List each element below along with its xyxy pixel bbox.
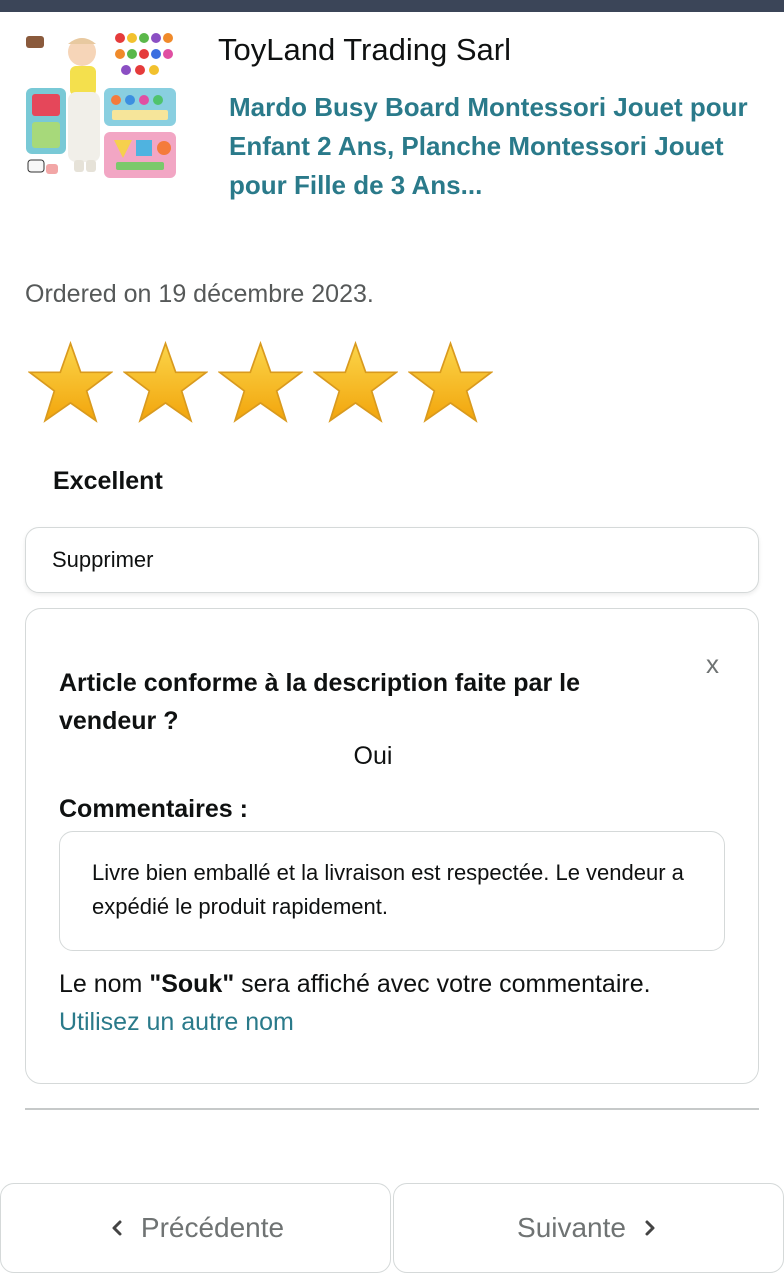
rating-label: Excellent	[53, 467, 163, 495]
next-label: Suivante	[517, 1212, 626, 1243]
next-button[interactable]: Suivante	[393, 1183, 784, 1273]
close-icon[interactable]: x	[706, 649, 719, 680]
use-other-name-link[interactable]: Utilisez un autre nom	[59, 1008, 294, 1036]
chevron-left-icon	[112, 1220, 122, 1236]
order-date: Ordered on 19 décembre 2023.	[25, 280, 374, 308]
comments-label: Commentaires :	[59, 795, 248, 823]
conformity-question: Article conforme à la description faite …	[59, 669, 580, 735]
previous-label: Précédente	[140, 1212, 285, 1243]
conformity-answer: Oui	[353, 742, 393, 770]
seller-feedback-card: x Article conforme à la description fait…	[25, 608, 759, 1084]
star-rating[interactable]	[28, 340, 493, 425]
display-name: "Souk"	[149, 970, 235, 998]
star-1-icon[interactable]	[28, 340, 113, 425]
chevron-right-icon	[645, 1220, 655, 1236]
comment-field[interactable]: Livre bien emballé et la livraison est r…	[59, 831, 725, 951]
star-2-icon[interactable]	[123, 340, 208, 425]
top-status-strip	[0, 0, 784, 12]
seller-name: ToyLand Trading Sarl	[218, 32, 511, 67]
star-3-icon[interactable]	[218, 340, 303, 425]
display-name-note: Le nom "Souk" sera affiché avec votre co…	[59, 965, 699, 1041]
name-note-suffix: sera affiché avec votre commentaire.	[234, 970, 651, 998]
product-image[interactable]	[24, 30, 180, 182]
name-note-prefix: Le nom	[59, 970, 150, 998]
busy-board-product-icon	[24, 30, 180, 182]
section-divider	[25, 1108, 759, 1110]
product-title-link[interactable]: Mardo Busy Board Montessori Jouet pour E…	[229, 88, 749, 205]
star-5-icon[interactable]	[408, 340, 493, 425]
delete-button[interactable]: Supprimer	[25, 527, 759, 593]
previous-button[interactable]: Précédente	[0, 1183, 391, 1273]
star-4-icon[interactable]	[313, 340, 398, 425]
